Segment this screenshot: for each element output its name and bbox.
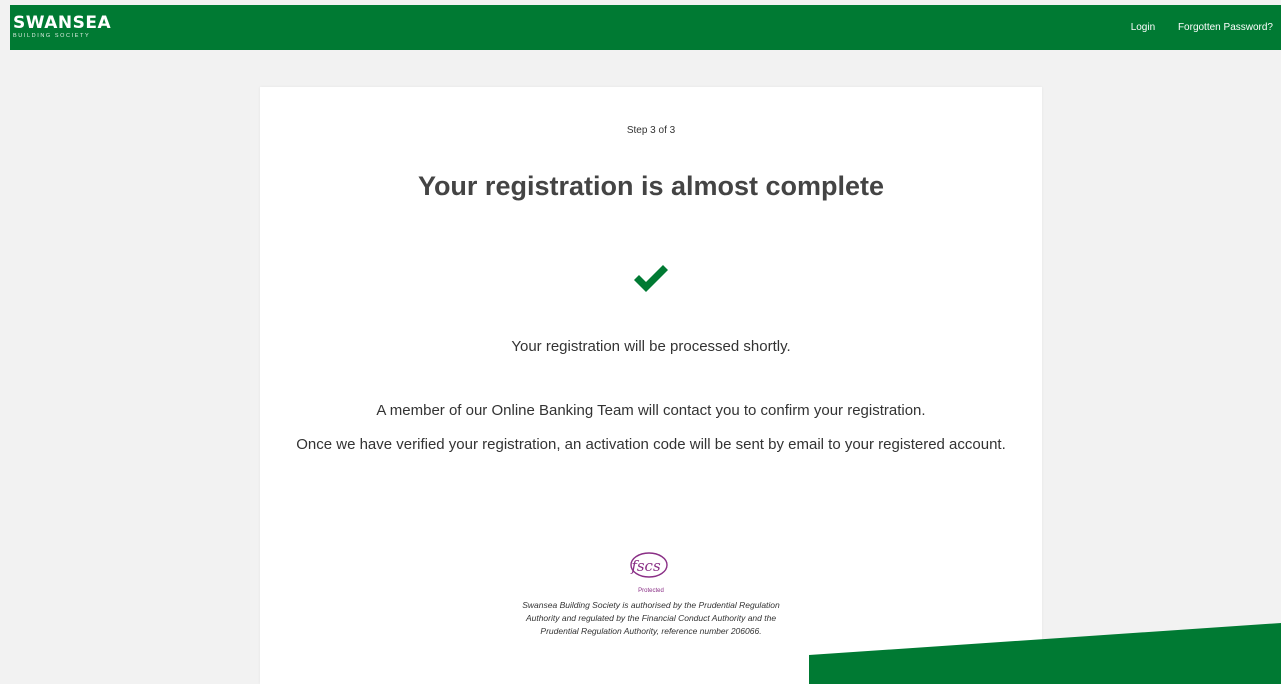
- checkmark-icon: [634, 265, 668, 292]
- header-bar: SWANSEA BUILDING SOCIETY Login Forgotten…: [10, 5, 1281, 50]
- forgotten-password-link[interactable]: Forgotten Password?: [1178, 22, 1273, 33]
- top-nav: Login Forgotten Password?: [1111, 22, 1273, 33]
- regulatory-notice: Swansea Building Society is authorised b…: [522, 600, 780, 636]
- page-title: Your registration is almost complete: [417, 171, 885, 201]
- brand-logo[interactable]: SWANSEA BUILDING SOCIETY: [13, 15, 111, 40]
- fscs-logo-text: fscs: [630, 557, 661, 575]
- fscs-protected-label: Protected: [638, 588, 664, 594]
- registration-card: Step 3 of 3 Your registration is almost …: [260, 87, 1042, 684]
- processed-message: Your registration will be processed shor…: [511, 338, 791, 355]
- fscs-logo: fscs: [630, 552, 668, 578]
- step-indicator: Step 3 of 3: [626, 125, 676, 136]
- contact-message: A member of our Online Banking Team will…: [376, 402, 926, 419]
- brand-name: SWANSEA: [13, 13, 112, 33]
- activation-message: Once we have verified your registration,…: [296, 436, 1006, 453]
- login-link[interactable]: Login: [1131, 22, 1155, 33]
- brand-subtitle: BUILDING SOCIETY: [13, 33, 91, 39]
